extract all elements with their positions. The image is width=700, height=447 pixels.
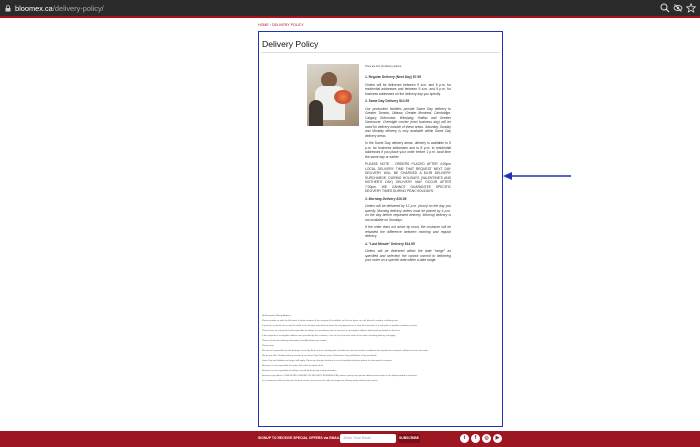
fine-print-line: Please provide us with the full name & p… xyxy=(262,320,399,323)
email-input[interactable]: Enter Your Email xyxy=(340,434,396,443)
delivery-options: 1. Regular Delivery (Next Day) $7.95 Ord… xyxy=(365,72,451,263)
eye-off-icon[interactable] xyxy=(673,3,683,13)
header-accent-stripe xyxy=(0,16,700,18)
footer-bar: SIGNUP TO RECEIVE SPECIAL OFFERS via EMA… xyxy=(0,431,700,447)
fine-print-line: No Reception Wiring Address. xyxy=(262,315,292,318)
search-icon[interactable] xyxy=(660,3,670,13)
subscribe-button[interactable]: SUBSCRIBE xyxy=(398,434,420,443)
fine-print-line: Please note: xyxy=(262,345,275,348)
breadcrumb: HOME › DELIVERY POLICY xyxy=(258,23,304,27)
address-bar[interactable]: bloomex.ca/delivery-policy/ xyxy=(5,3,104,13)
fine-print-line: Please note, we cannot be held responsib… xyxy=(262,330,401,333)
url-host: bloomex.ca xyxy=(15,3,53,13)
delivery-photo xyxy=(307,64,359,126)
delivery-policy-content: Delivery Policy There are four (4) deliv… xyxy=(258,31,503,427)
fine-print-line: Same Day and holiday surcharges will app… xyxy=(262,360,393,363)
star-icon[interactable] xyxy=(685,2,697,13)
option-body: Orders will be delivered within the date… xyxy=(365,249,451,262)
url-path: /delivery-policy/ xyxy=(52,3,104,13)
facebook-icon[interactable]: f xyxy=(471,434,480,443)
option-heading: 4. "Last Minute" Delivery $14.95 xyxy=(365,241,415,246)
fine-print-line: If the recipient or incomplete address w… xyxy=(262,335,396,338)
title-divider xyxy=(261,52,500,53)
lock-icon xyxy=(5,4,11,12)
option-body: Orders will be delivered between 9 a.m. … xyxy=(365,82,451,96)
breadcrumb-current: DELIVERY POLICY xyxy=(271,23,304,27)
browser-toolbar: bloomex.ca/delivery-policy/ xyxy=(0,0,700,16)
fine-print-line: In a continuous effort to offer you the … xyxy=(262,380,379,383)
annotation-arrow-icon xyxy=(503,172,571,180)
option-heading: 1. Regular Delivery (Next Day) $7.95 xyxy=(365,75,422,79)
fine-print-line: Please check your delivery information c… xyxy=(262,340,327,343)
fine-print-line: We are not responsible for the damage ca… xyxy=(262,350,429,353)
fine-print-line: If a person is present to accept the ord… xyxy=(262,325,418,328)
delivery-intro: There are four (4) delivery options: xyxy=(365,65,402,68)
option-note: PLEASE NOTE - ORDERS PLACED AFTER 4:00pm… xyxy=(365,162,451,193)
breadcrumb-home-link[interactable]: HOME xyxy=(258,23,269,27)
youtube-icon[interactable]: ▶ xyxy=(493,434,502,443)
breadcrumb-separator: › xyxy=(269,23,271,27)
fine-print-line: Business is not responsible for orders l… xyxy=(262,365,324,368)
option-heading: 2. Same Day Delivery $14.95 xyxy=(365,99,410,103)
option-body: In the Same Day delivery areas, delivery… xyxy=(365,141,451,159)
option-heading: 3. Morning Delivery $18.95 xyxy=(365,196,407,201)
fine-print-line: Business may deliver COMPLETED ORDERS ON… xyxy=(262,375,418,378)
twitter-icon[interactable]: t xyxy=(460,434,469,443)
newsletter-signup-label: SIGNUP TO RECEIVE SPECIAL OFFERS via EMA… xyxy=(258,436,352,440)
option-body: Orders will be delivered by 12 p.m. (noo… xyxy=(365,204,451,222)
option-body: Our production facilities provide Same D… xyxy=(365,106,451,138)
fine-print: No Reception Wiring Address. Please prov… xyxy=(262,314,500,384)
fine-print-line: We do not offer Sunday delivery outside … xyxy=(262,355,378,358)
instagram-icon[interactable]: ◎ xyxy=(482,434,491,443)
fine-print-line: Business is not responsible for delays c… xyxy=(262,370,338,373)
option-body: If the order does not arrive by noon, th… xyxy=(365,225,451,238)
page-title: Delivery Policy xyxy=(262,39,319,49)
